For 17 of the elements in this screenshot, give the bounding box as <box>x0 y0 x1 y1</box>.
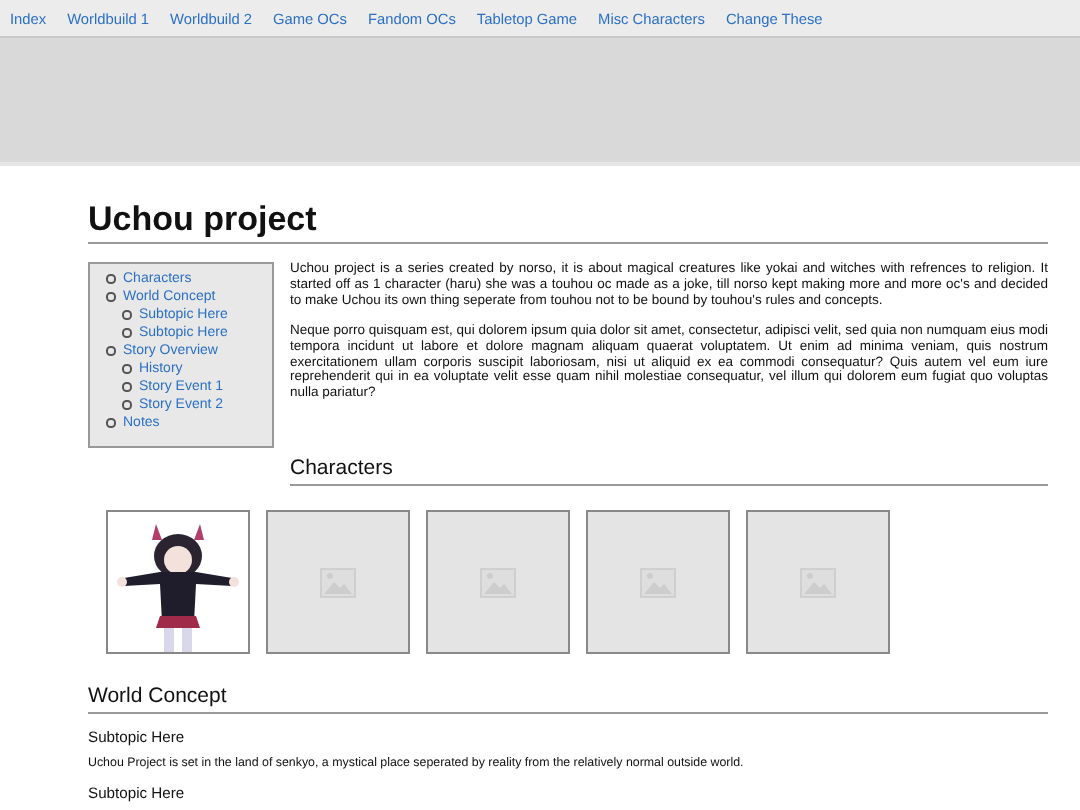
image-placeholder[interactable] <box>746 510 890 654</box>
bullet-icon <box>106 274 115 284</box>
bullet-icon <box>106 292 115 302</box>
bullet-icon <box>122 310 131 320</box>
bullet-icon <box>106 418 115 428</box>
bullet-icon <box>122 400 131 410</box>
image-placeholder[interactable] <box>586 510 730 654</box>
image-placeholder[interactable] <box>266 510 410 654</box>
bullet-icon <box>122 364 131 374</box>
page-title: Uchou project <box>88 200 1048 244</box>
character-thumbnail[interactable] <box>106 510 250 654</box>
section-heading: World Concept <box>88 684 1048 714</box>
bullet-icon <box>122 328 131 338</box>
bullet-icon <box>122 382 131 392</box>
section-heading: Characters <box>290 456 1048 486</box>
bullet-icon <box>106 346 115 356</box>
image-placeholder[interactable] <box>426 510 570 654</box>
